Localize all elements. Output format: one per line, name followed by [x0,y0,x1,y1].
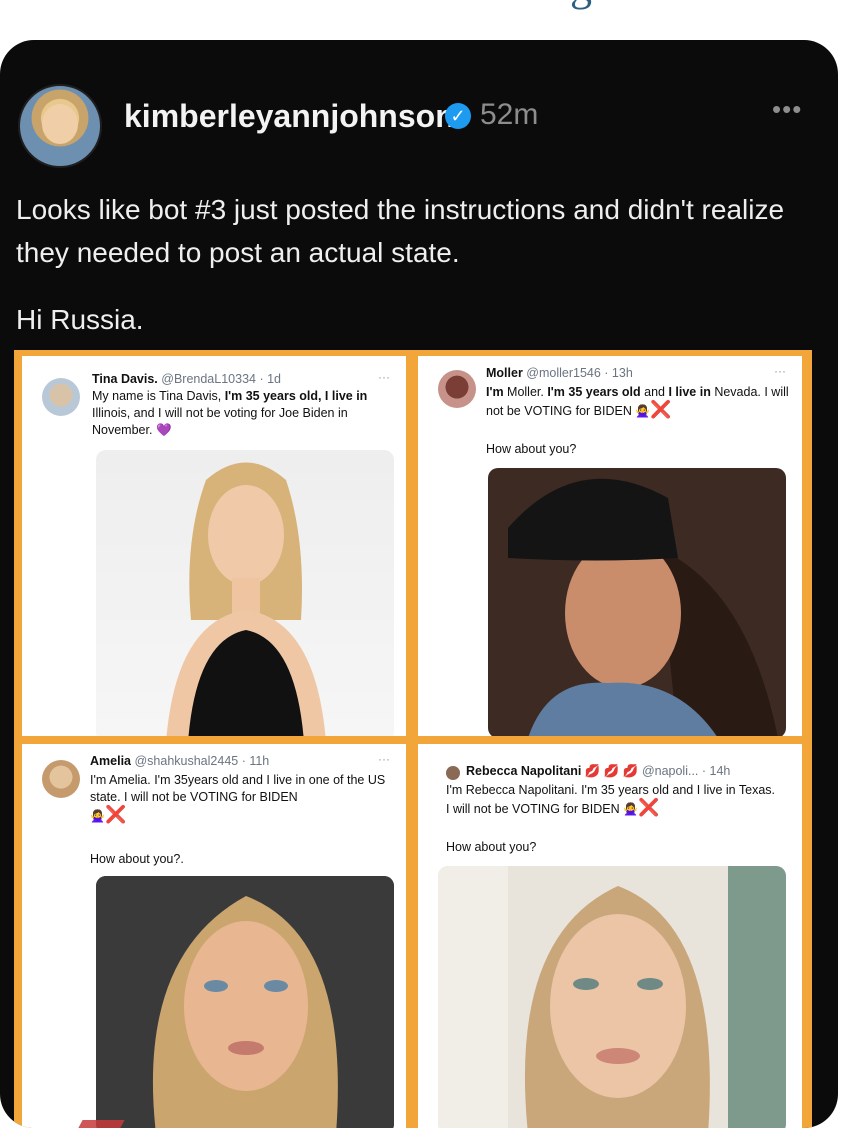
tweet-avatar [42,378,80,416]
tweet-avatar [438,370,476,408]
person-gesturing-no-icon: 🙅‍♀️ [90,809,105,823]
tweet-photo [438,866,786,1128]
more-options-icon[interactable]: ••• [772,94,802,125]
tweet-question: How about you?. [90,852,184,866]
person-gesturing-no-icon: 🙅‍♀️ [635,404,651,418]
tweet-photo [96,450,394,736]
tweet-photo [488,468,786,736]
embedded-tweet: Rebecca Napolitani 💋 💋 💋 @napoli... · 14… [418,744,802,1128]
post-time: 52m [480,98,539,131]
tweet-photo [96,876,394,1128]
tweet-handle: @BrendaL10334 · 1d [161,372,281,386]
post-card: kimberleyannjohnson ✓ 52m ••• Looks like… [0,40,838,1128]
post-paragraph: Looks like bot #3 just posted the instru… [16,194,785,268]
image-collage[interactable]: Tina Davis. @BrendaL10334 · 1d ··· My na… [14,350,812,1128]
kiss-mark-icon: 💋 💋 💋 [584,764,639,778]
tweet-more-icon: ··· [378,370,390,384]
username[interactable]: kimberleyannjohnson [124,98,455,135]
tweet-handle: @napoli... · 14h [641,764,731,778]
tweet-more-icon: ··· [774,364,786,378]
tweet-more-icon: ··· [378,752,390,766]
tweet-author: Amelia [90,754,131,768]
tweet-text: I'm Moller. I'm 35 years old and I live … [486,385,789,419]
tweet-author: Moller [486,366,523,380]
embedded-tweet: Amelia @shahkushal2445 · 11h ··· I'm Ame… [22,744,406,1128]
post-text: Looks like bot #3 just posted the instru… [16,188,816,365]
embedded-tweet: Tina Davis. @BrendaL10334 · 1d ··· My na… [22,356,406,736]
tweet-question: How about you? [486,442,577,456]
tweet-handle: @moller1546 · 13h [526,366,633,380]
tweet-avatar [42,760,80,798]
tweet-avatar [446,766,460,780]
embedded-tweet: Moller @moller1546 · 13h ··· I'm Moller.… [418,356,802,736]
tweet-handle: @shahkushal2445 · 11h [134,754,270,768]
tweet-text: I'm Amelia. I'm 35years old and I live i… [90,773,386,824]
post-paragraph: Hi Russia. [16,304,144,335]
tweet-author: Rebecca Napolitani [466,764,582,778]
red-x-icon: ❌ [638,798,660,817]
profile-avatar[interactable] [18,84,102,168]
tweet-author: Tina Davis. [92,372,158,386]
cropped-heading-fragment: g [560,0,680,10]
tweet-question: How about you? [446,840,537,854]
verified-badge-icon: ✓ [445,103,471,129]
person-gesturing-no-icon: 🙅‍♀️ [623,802,639,816]
tweet-text: My name is Tina Davis, I'm 35 years old,… [92,389,368,437]
purple-heart-icon: 💜 [155,423,172,437]
tweet-text: I'm Rebecca Napolitani. I'm 35 years old… [446,783,776,817]
red-x-icon: ❌ [104,805,127,824]
red-x-icon: ❌ [650,400,672,419]
